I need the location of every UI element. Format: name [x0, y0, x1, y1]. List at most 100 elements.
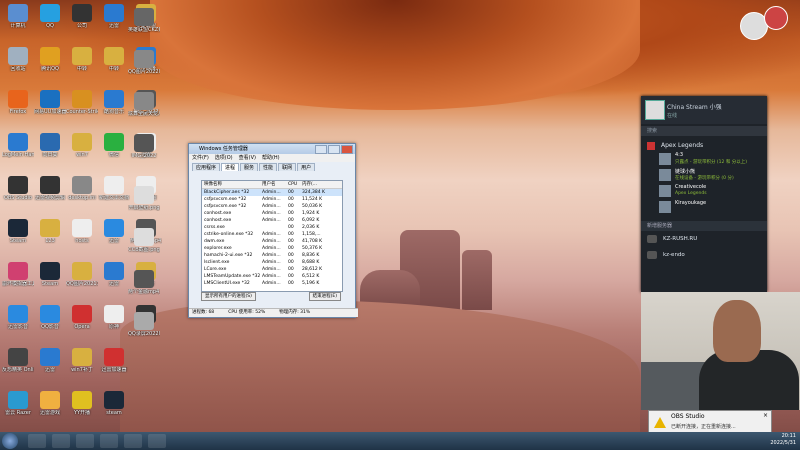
taskbar-media-icon[interactable]: [76, 434, 94, 448]
menu-file[interactable]: 文件(F): [192, 154, 209, 162]
desktop-icon[interactable]: 回收站: [2, 47, 34, 72]
column-cpu[interactable]: CPU: [288, 181, 302, 188]
minimize-button[interactable]: [315, 145, 327, 154]
desktop-icon[interactable]: 中转: [66, 47, 98, 72]
desktop-icon[interactable]: 酷狗音乐: [98, 90, 130, 115]
desktop-icon[interactable]: 中转: [98, 47, 130, 72]
desktop-icon[interactable]: CCB截图.png: [128, 228, 160, 253]
tab-networking[interactable]: 联网: [278, 163, 297, 171]
friend-list-item[interactable]: 4:3 只露点 - 游玩带积分 (12 和 分以上): [641, 151, 767, 167]
desktop-icon[interactable]: 原神: [98, 305, 130, 330]
desktop-icon[interactable]: YY开播: [66, 391, 98, 416]
column-image-name[interactable]: 映像名称: [202, 181, 262, 188]
table-row[interactable]: conhost.exe Admin... 00 1,924 K: [202, 210, 342, 217]
desktop-icon[interactable]: Steam: [34, 262, 66, 287]
desktop-icon[interactable]: 炫舞全民天龙八部: [128, 92, 160, 117]
desktop-icon[interactable]: IMG_2022: [128, 134, 160, 159]
desktop-icon[interactable]: 开启壁纸.png: [128, 186, 160, 211]
taskbar-obs-icon[interactable]: [148, 434, 166, 448]
start-button[interactable]: [2, 433, 18, 449]
server-group-header[interactable]: 新增服务器: [641, 221, 767, 231]
table-row[interactable]: hamachi-2-ui.exe *32 Admin... 00 8,836 K: [202, 252, 342, 259]
desktop-icon[interactable]: 公司: [66, 4, 98, 29]
task-manager-titlebar[interactable]: Windows 任务管理器: [189, 144, 355, 154]
column-user[interactable]: 用户名: [262, 181, 288, 188]
floating-avatar[interactable]: [764, 6, 788, 30]
desktop-icon[interactable]: Opera: [66, 305, 98, 330]
desktop-icon[interactable]: 崩坏模拟器工具: [2, 262, 34, 287]
desktop-icon[interactable]: 迅雷: [98, 262, 130, 287]
desktop-icon[interactable]: OBS Studio: [2, 176, 34, 201]
menu-view[interactable]: 查看(V): [239, 154, 256, 162]
friend-list-item[interactable]: Creativecole Apex Legends: [641, 183, 767, 199]
taskbar-steam-icon[interactable]: [124, 434, 142, 448]
desktop-icon[interactable]: steam: [98, 391, 130, 416]
desktop-icon[interactable]: win7: [66, 133, 98, 158]
desktop-icon[interactable]: QQ影音: [34, 305, 66, 330]
desktop-icon[interactable]: 腾讯QQ: [34, 47, 66, 72]
tab-applications[interactable]: 应用程序: [192, 163, 221, 171]
desktop-icon[interactable]: QQ录屏20220515.png: [128, 312, 160, 337]
table-row[interactable]: csrss.exe 00 2,036 K: [202, 224, 342, 231]
desktop-icon[interactable]: 123: [34, 219, 66, 244]
desktop-icon[interactable]: win7补丁: [66, 348, 98, 373]
desktop-icon[interactable]: 网易UU加速器: [34, 90, 66, 115]
taskbar-ie-icon[interactable]: [28, 434, 46, 448]
desktop-icon[interactable]: 迅雷加速器: [98, 348, 130, 373]
desktop-icon[interactable]: 迅雷: [98, 4, 130, 29]
desktop-icon[interactable]: QQ: [34, 4, 66, 29]
task-manager-window[interactable]: Windows 任务管理器 文件(F) 选项(O) 查看(V) 帮助(H) 应用…: [188, 143, 358, 318]
server-list-item[interactable]: kz-endo: [641, 247, 767, 263]
desktop-icon[interactable]: 迅雷: [98, 219, 130, 244]
desktop-icon[interactable]: 迅雷影音: [2, 305, 34, 330]
desktop-icon[interactable]: QQ图片20211231: [66, 262, 98, 287]
desktop-icon[interactable]: Steam: [2, 219, 34, 244]
desktop-icon[interactable]: hosts: [66, 219, 98, 244]
server-list-item[interactable]: KZ-RUSH.RU: [641, 231, 767, 247]
desktop-icon[interactable]: LogMeIn Hamachi: [2, 133, 34, 158]
table-row[interactable]: LCore.exe Admin... 00 28,612 K: [202, 266, 342, 273]
table-row[interactable]: dwm.exe Admin... 00 41,708 K: [202, 238, 342, 245]
desktop-icon[interactable]: 雷云 Razer: [2, 391, 34, 416]
column-memory[interactable]: 内存(...: [302, 181, 330, 188]
show-all-processes-button[interactable]: 显示所有用户的进程(S): [201, 292, 256, 301]
table-row[interactable]: explorer.exe Admin... 00 50,376 K: [202, 245, 342, 252]
menu-help[interactable]: 帮助(H): [262, 154, 280, 162]
desktop-icon[interactable]: Firefox: [2, 90, 34, 115]
tab-performance[interactable]: 性能: [259, 163, 278, 171]
system-tray-clock[interactable]: 20:11 2022/5/31: [770, 433, 796, 447]
close-button[interactable]: [341, 145, 353, 154]
friend-list-item[interactable]: 链球小熊 在线设备 - 游玩带积分 (0 分): [641, 167, 767, 183]
table-row[interactable]: LMSTeamUpdate.exe *32 Admin... 00 6,512 K: [202, 273, 342, 280]
desktop-icon[interactable]: QQ图片20220515: [128, 50, 160, 75]
desktop-icon[interactable]: 两个金融mp4_2022: [128, 270, 160, 295]
table-row[interactable]: BlackCipher.aes *32 Admin... 00 324,384 K: [202, 189, 342, 196]
table-row[interactable]: lsclient.exe Admin... 00 8,688 K: [202, 259, 342, 266]
process-list[interactable]: 映像名称 用户名 CPU 内存(... BlackCipher.aes *32 A…: [201, 180, 343, 292]
friend-list-item[interactable]: Kirayoukage: [641, 199, 767, 215]
tab-processes[interactable]: 进程: [221, 163, 240, 171]
desktop-icon[interactable]: 迅雷视频剪辑: [34, 176, 66, 201]
taskbar-folder-icon[interactable]: [52, 434, 70, 448]
end-process-button[interactable]: 结束进程(E): [308, 292, 341, 301]
desktop-icon[interactable]: 迅雷: [34, 348, 66, 373]
desktop-icon[interactable]: 英雄联盟CKZ封面.png: [128, 8, 160, 33]
avatar[interactable]: [645, 100, 665, 120]
desktop-icon[interactable]: 计算机: [2, 4, 34, 29]
desktop-icon[interactable]: Counter-Strike Global Off...: [66, 90, 98, 115]
close-icon[interactable]: ×: [763, 412, 768, 419]
table-row[interactable]: conhost.exe Admin... 00 6,092 K: [202, 217, 342, 224]
taskbar-cs-icon[interactable]: [100, 434, 118, 448]
desktop-icon[interactable]: 微信: [98, 133, 130, 158]
maximize-button[interactable]: [328, 145, 340, 154]
friends-search-input[interactable]: 搜索: [641, 126, 767, 136]
desktop-icon[interactable]: 向日葵: [34, 133, 66, 158]
desktop-icon[interactable]: 反恐精英 Online: [2, 348, 34, 373]
desktop-icon[interactable]: desktop.ini: [66, 176, 98, 201]
table-row[interactable]: csfpsvcsm.exe *32 Admin... 00 50,036 K: [202, 203, 342, 210]
table-row[interactable]: cstrike-online.exe *32 Admin... 00 1,158,..…: [202, 231, 342, 238]
menu-options[interactable]: 选项(O): [215, 154, 233, 162]
desktop-icon[interactable]: 新建文本文档: [98, 176, 130, 201]
game-group-header[interactable]: Apex Legends: [641, 136, 767, 151]
desktop-icon[interactable]: 迅雷游戏: [34, 391, 66, 416]
